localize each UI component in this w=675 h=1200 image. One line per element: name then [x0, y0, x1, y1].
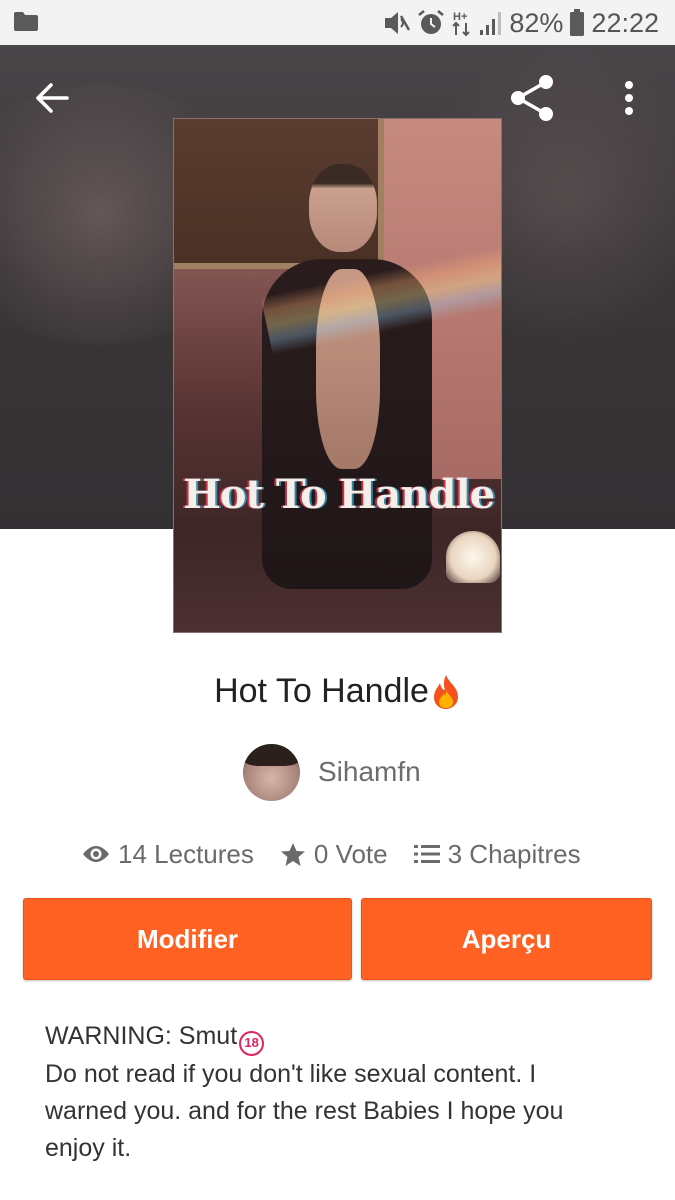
status-bar: H+ 82% 22:22: [0, 0, 675, 45]
description-line-4: enjoy it.: [45, 1134, 132, 1162]
more-vert-icon: [625, 81, 633, 115]
votes-count: 0 Vote: [313, 838, 388, 869]
eye-icon: [83, 846, 109, 862]
list-icon: [413, 845, 440, 863]
fire-icon: [433, 674, 458, 709]
eighteen-plus-icon: 18: [239, 1031, 265, 1056]
signal-icon: [480, 12, 502, 35]
status-icons: H+ 82% 22:22: [383, 6, 659, 40]
mute-icon: [385, 12, 411, 34]
story-description: WARNING: Smut 18 Do not read if you don't…: [45, 1018, 635, 1167]
reads-count: 14 Lectures: [118, 838, 254, 869]
battery-percent: 82%: [509, 7, 564, 38]
star-icon: [280, 842, 305, 866]
story-cover-image[interactable]: Hot To Handle: [173, 118, 502, 633]
story-stats: 14 Lectures 0 Vote 3 Chapitres: [82, 836, 581, 872]
chapters-stat: 3 Chapitres: [413, 838, 581, 870]
alarm-icon: [418, 10, 445, 34]
folder-icon: [14, 12, 38, 31]
description-line-1: WARNING: Smut 18: [45, 1018, 635, 1056]
clock: 22:22: [591, 7, 659, 38]
back-button[interactable]: [22, 70, 82, 126]
more-options-button[interactable]: [606, 70, 652, 126]
story-title-text: Hot To Handle: [214, 672, 429, 710]
preview-button[interactable]: Aperçu: [361, 898, 652, 980]
data-arrows-icon: H+: [452, 11, 471, 37]
cover-title: Hot To Handle: [182, 471, 495, 518]
reads-stat: 14 Lectures: [82, 839, 254, 870]
warning-text: WARNING: Smut: [45, 1022, 238, 1050]
chapters-count: 3 Chapitres: [447, 838, 581, 869]
edit-button[interactable]: Modifier: [23, 898, 352, 980]
story-title: Hot To Handle: [0, 672, 675, 711]
author-name[interactable]: Sihamfn: [318, 756, 421, 788]
battery-icon: [570, 9, 585, 36]
author-row[interactable]: Sihamfn: [243, 743, 421, 801]
description-line-3: warned you. and for the rest Babies I ho…: [45, 1097, 564, 1125]
network-type-label: H+: [453, 11, 467, 23]
description-line-2: Do not read if you don't like sexual con…: [45, 1060, 537, 1088]
back-arrow-icon: [36, 83, 69, 113]
votes-stat: 0 Vote: [280, 839, 388, 870]
author-avatar[interactable]: [243, 743, 300, 801]
share-button[interactable]: [500, 68, 564, 128]
share-icon: [511, 75, 553, 121]
